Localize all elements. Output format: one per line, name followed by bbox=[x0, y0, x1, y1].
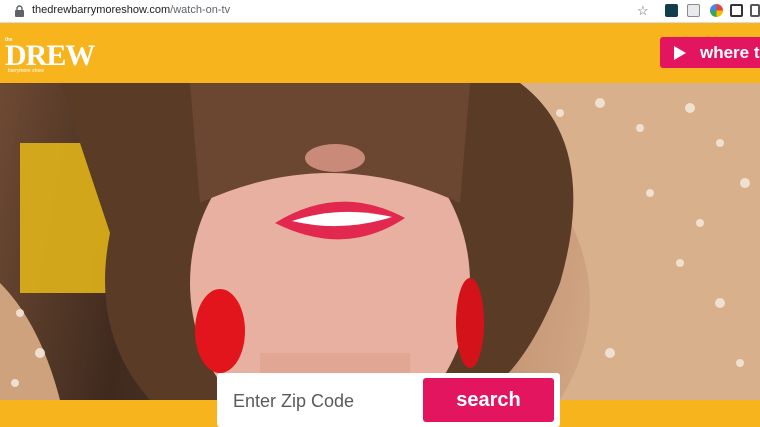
extension-icon[interactable] bbox=[730, 4, 743, 17]
logo-subtitle: barrymore show bbox=[8, 68, 44, 74]
url-path: /watch-on-tv bbox=[170, 4, 231, 16]
browser-address-bar[interactable]: thedrewbarrymoreshow.com/watch-on-tv ☆ bbox=[0, 0, 760, 23]
bookmark-star-icon[interactable]: ☆ bbox=[637, 3, 649, 19]
lock-icon bbox=[15, 5, 24, 17]
extension-icon[interactable] bbox=[710, 4, 723, 17]
url-text[interactable]: thedrewbarrymoreshow.com/watch-on-tv bbox=[32, 4, 230, 16]
search-button[interactable]: search bbox=[423, 378, 554, 422]
site-header bbox=[0, 23, 760, 83]
hero-image bbox=[0, 83, 760, 400]
where-to-watch-button[interactable]: where to bbox=[660, 37, 760, 68]
play-icon bbox=[674, 46, 686, 60]
extension-icon[interactable] bbox=[750, 4, 760, 17]
extension-icon[interactable] bbox=[687, 4, 700, 17]
logo-wordmark: DREW bbox=[5, 39, 95, 72]
hero-illustration bbox=[0, 83, 760, 400]
extension-icon[interactable] bbox=[665, 4, 678, 17]
where-button-label: where to bbox=[700, 43, 760, 62]
url-domain: thedrewbarrymoreshow.com bbox=[32, 4, 171, 16]
zip-code-input[interactable] bbox=[231, 386, 415, 416]
